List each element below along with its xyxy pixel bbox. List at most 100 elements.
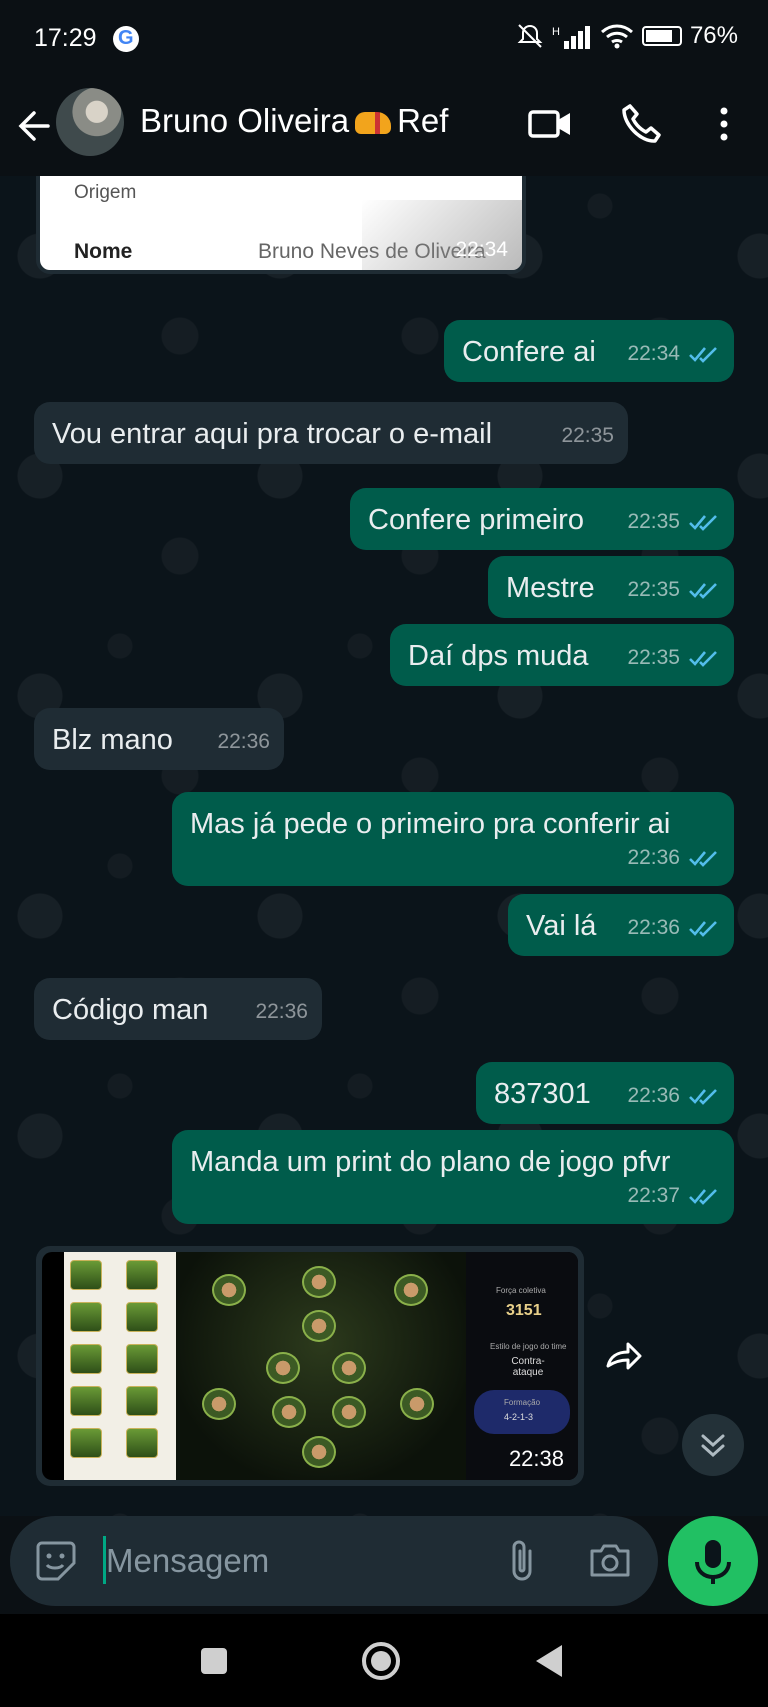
scroll-to-bottom-button[interactable]	[682, 1414, 744, 1476]
system-navigation-bar	[0, 1614, 768, 1707]
player-position	[212, 1274, 246, 1306]
message-bubble-outgoing[interactable]: 837301 22:36	[476, 1062, 734, 1124]
player-card	[126, 1386, 158, 1416]
wifi-icon	[600, 24, 633, 49]
status-icons: H 76%	[516, 22, 738, 50]
svg-text:H: H	[552, 26, 560, 38]
motorcycle-emoji-icon	[355, 112, 392, 134]
double-check-icon	[689, 651, 717, 667]
message-time: 22:35	[627, 510, 680, 533]
message-bubble-incoming[interactable]: Blz mano 22:36	[34, 708, 284, 770]
message-time: 22:35	[627, 578, 680, 601]
recent-apps-icon[interactable]	[197, 1644, 231, 1678]
player-card	[126, 1302, 158, 1332]
formation-value: 4-2-1-3	[504, 1412, 534, 1422]
message-time: 22:37	[627, 1184, 680, 1207]
player-position	[400, 1388, 434, 1420]
message-bubble-outgoing[interactable]: Vai lá 22:36	[508, 894, 734, 956]
attach-paperclip-icon[interactable]	[504, 1537, 544, 1585]
message-time: 22:36	[255, 1000, 308, 1023]
message-text: Vai lá	[526, 910, 597, 942]
message-text: 837301	[494, 1078, 591, 1110]
player-position	[302, 1266, 336, 1298]
back-nav-icon[interactable]	[532, 1642, 566, 1680]
google-icon	[113, 26, 139, 52]
contact-name-suffix: Ref	[397, 102, 449, 139]
home-icon[interactable]	[359, 1639, 403, 1683]
voice-message-button[interactable]	[668, 1516, 758, 1606]
sticker-emoji-icon[interactable]	[32, 1537, 80, 1585]
player-position	[272, 1396, 306, 1428]
player-position	[394, 1274, 428, 1306]
message-time: 22:36	[627, 916, 680, 939]
style-value: Contra-ataque	[511, 1356, 545, 1378]
video-call-icon[interactable]	[526, 100, 574, 148]
message-bubble-outgoing[interactable]: Confere primeiro 22:35	[350, 488, 734, 550]
formation-pill: Formação 4-2-1-3	[474, 1390, 570, 1434]
message-text: Mas já pede o primeiro pra conferir ai	[190, 808, 671, 840]
message-text: Blz mano	[52, 724, 173, 756]
camera-icon[interactable]	[586, 1537, 634, 1585]
message-bubble-outgoing[interactable]: Manda um print do plano de jogo pfvr 22:…	[172, 1130, 734, 1224]
message-time: 22:35	[561, 424, 614, 447]
double-chevron-down-icon	[701, 1434, 725, 1458]
message-bubble-outgoing[interactable]: Confere ai 22:34	[444, 320, 734, 382]
double-check-icon	[689, 851, 717, 867]
battery-icon	[641, 26, 682, 46]
message-text: Confere primeiro	[368, 504, 584, 536]
status-time: 17:29	[34, 24, 97, 52]
doc-label-name: Nome	[74, 240, 133, 263]
player-position	[332, 1352, 366, 1384]
message-text: Mestre	[506, 572, 595, 604]
microphone-icon	[695, 1540, 731, 1584]
image-message[interactable]: Força coletiva 3151 Estilo de jogo do ti…	[36, 1246, 584, 1486]
message-bubble-outgoing[interactable]: Daí dps muda 22:35	[390, 624, 734, 686]
player-list-panel	[64, 1252, 176, 1480]
message-input-bar[interactable]: Mensagem	[10, 1516, 658, 1606]
double-check-icon	[689, 347, 717, 363]
doc-time: 22:34	[455, 238, 508, 261]
message-bubble-outgoing[interactable]: Mestre 22:35	[488, 556, 734, 618]
player-card	[126, 1344, 158, 1374]
image-time: 22:38	[508, 1446, 564, 1471]
player-card	[70, 1260, 102, 1290]
message-bubble-outgoing[interactable]: Mas já pede o primeiro pra conferir ai 2…	[172, 792, 734, 886]
forward-icon[interactable]	[602, 1334, 646, 1378]
message-time: 22:36	[627, 846, 680, 869]
contact-name[interactable]: Bruno Oliveira Ref	[140, 102, 448, 140]
signal-icon: H	[552, 26, 590, 49]
double-check-icon	[689, 1189, 717, 1205]
player-card	[70, 1302, 102, 1332]
message-bubble-incoming[interactable]: Vou entrar aqui pra trocar o e-mail 22:3…	[34, 402, 628, 464]
player-position	[302, 1436, 336, 1468]
back-arrow-icon[interactable]	[14, 102, 54, 150]
message-time: 22:34	[627, 342, 680, 365]
player-position	[202, 1388, 236, 1420]
message-time: 22:36	[627, 1084, 680, 1107]
mute-bell-icon	[517, 24, 543, 48]
formation-label: Formação	[504, 1398, 541, 1407]
formation-field	[176, 1252, 466, 1480]
message-input[interactable]: Mensagem	[106, 1542, 269, 1580]
player-card	[126, 1428, 158, 1458]
message-text: Manda um print do plano de jogo pfvr	[190, 1146, 671, 1178]
avatar[interactable]	[56, 88, 124, 156]
more-options-icon[interactable]	[700, 100, 748, 148]
force-value: 3151	[506, 1302, 542, 1319]
message-text: Vou entrar aqui pra trocar o e-mail	[52, 418, 493, 450]
double-check-icon	[689, 583, 717, 599]
phone-call-icon[interactable]	[618, 100, 666, 148]
game-plan-screenshot[interactable]: Força coletiva 3151 Estilo de jogo do ti…	[42, 1252, 578, 1480]
quoted-document-card[interactable]: Origem Nome Bruno Neves de Oliveira 22:3…	[36, 176, 526, 274]
message-text: Daí dps muda	[408, 640, 589, 672]
message-bubble-incoming[interactable]: Código man 22:36	[34, 978, 322, 1040]
style-label: Estilo de jogo do time	[490, 1342, 567, 1351]
contact-name-text: Bruno Oliveira	[140, 102, 350, 139]
doc-label-origin: Origem	[74, 182, 137, 203]
message-text: Confere ai	[462, 336, 596, 368]
chat-area[interactable]: Origem Nome Bruno Neves de Oliveira 22:3…	[0, 176, 768, 1516]
message-text: Código man	[52, 994, 209, 1026]
chat-header: Bruno Oliveira Ref	[0, 78, 768, 176]
double-check-icon	[689, 921, 717, 937]
message-time: 22:36	[217, 730, 270, 753]
